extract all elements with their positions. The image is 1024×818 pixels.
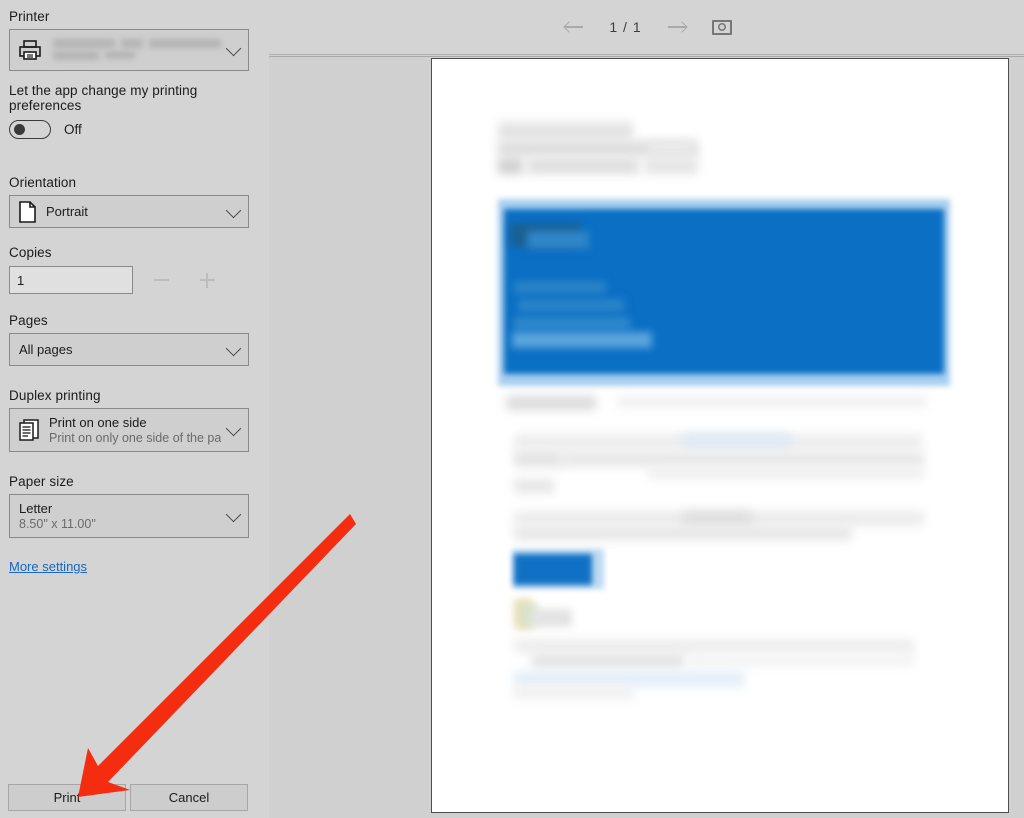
arrow-left-icon <box>563 21 576 33</box>
doc-paragraph-line <box>682 434 792 448</box>
duplex-value: Print on one side <box>49 415 147 430</box>
doc-tan-block <box>532 609 572 627</box>
plus-icon-v <box>206 272 208 288</box>
doc-text-line <box>617 396 927 407</box>
orientation-value-wrap: Portrait <box>46 204 88 219</box>
print-dialog: Printer Let the app change my printing p… <box>0 0 1024 818</box>
orientation-value: Portrait <box>46 204 88 219</box>
app-preference-toggle[interactable] <box>9 120 51 139</box>
arrow-right-icon <box>675 21 688 33</box>
minus-icon <box>153 279 169 281</box>
doc-paragraph-line <box>682 511 752 526</box>
previous-page-button[interactable] <box>561 14 587 40</box>
doc-paragraph-line <box>514 451 562 467</box>
doc-paragraph-line <box>514 671 744 687</box>
print-preview-pane: 1 / 1 <box>269 0 1024 818</box>
printer-name-redacted <box>51 37 221 63</box>
duplex-select[interactable]: Print on one side Print on only one side… <box>9 408 249 452</box>
orientation-select[interactable]: Portrait <box>9 195 249 228</box>
doc-highlight-inner-line <box>512 332 652 348</box>
chevron-down-icon <box>225 506 242 523</box>
duplex-pages-icon <box>18 418 40 442</box>
doc-text-line <box>506 396 596 410</box>
preview-toolbar: 1 / 1 <box>269 0 1024 55</box>
duplex-value-wrap: Print on one side Print on only one side… <box>49 415 221 445</box>
more-settings-link[interactable]: More settings <box>9 559 87 574</box>
chevron-down-icon <box>225 202 242 218</box>
doc-text-line <box>527 158 639 174</box>
paper-size-select[interactable]: Letter 8.50" x 11.00" <box>9 494 249 538</box>
doc-paragraph-line <box>514 527 852 540</box>
paper-size-dimensions: 8.50" x 11.00" <box>19 517 96 531</box>
page-portrait-icon <box>18 200 37 223</box>
doc-text-line <box>498 158 523 174</box>
more-settings-row: More settings <box>9 558 257 576</box>
doc-paragraph-line <box>514 687 634 699</box>
app-preference-toggle-row: Off <box>9 120 257 139</box>
copies-input[interactable] <box>9 266 133 294</box>
fit-to-page-icon[interactable] <box>711 19 732 35</box>
doc-paragraph-line <box>688 654 914 666</box>
pages-value: All pages <box>19 342 73 357</box>
copies-increment-button[interactable] <box>189 265 225 295</box>
page-indicator: 1 / 1 <box>609 19 642 35</box>
app-preference-toggle-state: Off <box>64 122 82 137</box>
doc-paragraph-line <box>514 479 554 493</box>
doc-blue-button <box>514 554 592 585</box>
chevron-down-icon <box>225 40 242 57</box>
document-page-preview <box>431 58 1009 813</box>
doc-highlight-inner-line <box>514 317 630 330</box>
preview-surface <box>269 56 1024 818</box>
paper-size-value: Letter <box>19 501 53 516</box>
doc-paragraph-line <box>514 639 914 653</box>
doc-text-line <box>644 158 698 174</box>
cancel-button[interactable]: Cancel <box>130 784 248 811</box>
app-preference-label: Let the app change my printing preferenc… <box>9 83 198 113</box>
print-settings-panel: Printer Let the app change my printing p… <box>0 0 267 818</box>
printer-select[interactable] <box>9 29 249 71</box>
doc-highlight-inner-line <box>514 281 606 294</box>
copies-label: Copies <box>9 245 52 260</box>
pages-label: Pages <box>9 313 48 328</box>
pages-value-wrap: All pages <box>18 342 72 357</box>
paper-size-value-wrap: Letter 8.50" x 11.00" <box>18 501 96 531</box>
toggle-knob <box>14 124 25 135</box>
next-page-button[interactable] <box>664 14 690 40</box>
doc-paragraph-line <box>532 654 684 668</box>
chevron-down-icon <box>225 340 242 356</box>
duplex-label: Duplex printing <box>9 388 101 403</box>
dialog-buttons: Print Cancel <box>8 784 248 811</box>
printer-icon <box>18 39 42 61</box>
doc-text-line <box>647 141 694 156</box>
doc-paragraph-line <box>560 451 924 467</box>
duplex-description: Print on only one side of the pa <box>49 431 222 445</box>
copies-decrement-button[interactable] <box>143 265 179 295</box>
paper-size-label: Paper size <box>9 474 74 489</box>
copies-row <box>9 265 257 295</box>
chevron-down-icon <box>225 420 242 437</box>
doc-highlight-inner-line <box>518 299 624 312</box>
print-button[interactable]: Print <box>8 784 126 811</box>
pages-select[interactable]: All pages <box>9 333 249 366</box>
doc-paragraph-line <box>648 467 924 479</box>
orientation-label: Orientation <box>9 175 77 190</box>
printer-label: Printer <box>9 9 50 24</box>
doc-highlight-inner-line <box>527 231 589 249</box>
doc-heading-line <box>498 122 633 140</box>
